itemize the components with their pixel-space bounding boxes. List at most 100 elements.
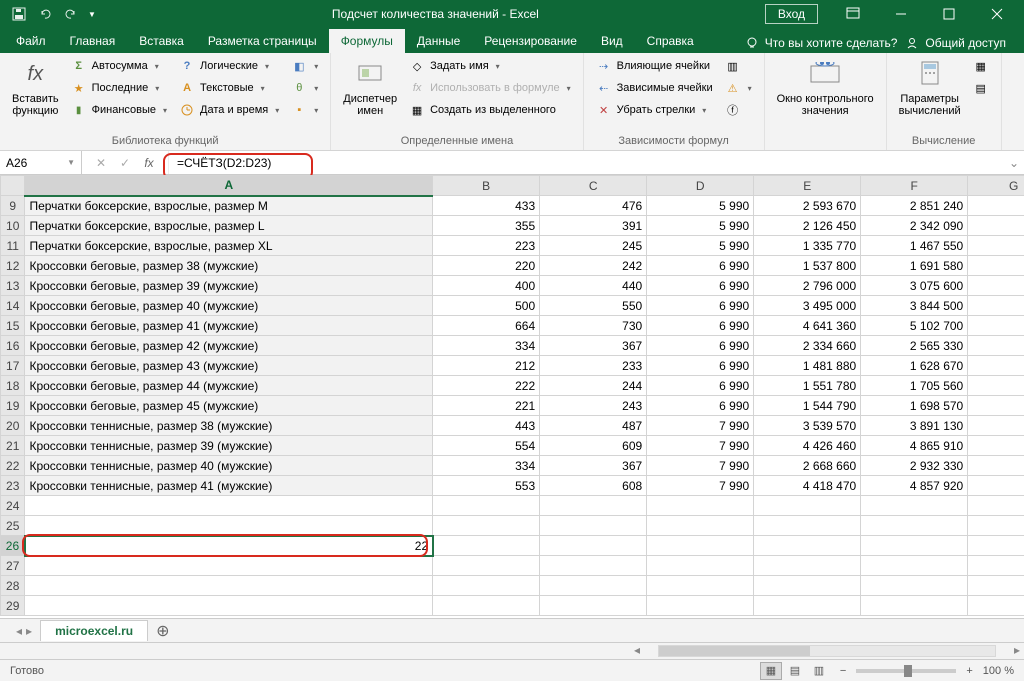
tab-view[interactable]: Вид [589,29,635,53]
cell[interactable]: 233 [540,356,647,376]
col-header-F[interactable]: F [861,176,968,196]
cell[interactable] [433,496,540,516]
cell[interactable]: 433 [433,196,540,216]
cell[interactable]: Кроссовки теннисные, размер 38 (мужские) [25,416,433,436]
cell[interactable]: Кроссовки беговые, размер 41 (мужские) [25,316,433,336]
cell[interactable] [647,556,754,576]
cell[interactable]: 334 [433,456,540,476]
cell[interactable] [754,576,861,596]
cell[interactable]: Перчатки боксерские, взрослые, размер M [25,196,433,216]
cell[interactable]: 4 418 470 [754,476,861,496]
row-header-10[interactable]: 10 [1,216,25,236]
cell[interactable]: 367 [540,336,647,356]
cell[interactable]: Кроссовки беговые, размер 42 (мужские) [25,336,433,356]
login-button[interactable]: Вход [765,4,818,24]
cell[interactable]: 222 [433,376,540,396]
cell[interactable]: Кроссовки теннисные, размер 40 (мужские) [25,456,433,476]
cell[interactable]: Кроссовки беговые, размер 39 (мужские) [25,276,433,296]
calc-options-button[interactable]: Параметры вычислений [895,56,965,119]
cancel-icon[interactable]: ✕ [92,154,110,172]
cell[interactable] [861,556,968,576]
cell[interactable] [25,576,433,596]
cell[interactable]: Кроссовки беговые, размер 43 (мужские) [25,356,433,376]
cell[interactable]: 3 539 570 [754,416,861,436]
cell[interactable]: 2 796 000 [754,276,861,296]
cell[interactable] [540,516,647,536]
selected-cell[interactable]: 22 [25,536,433,556]
cell[interactable]: 1 628 670 [861,356,968,376]
cell[interactable] [861,516,968,536]
cell[interactable]: 608 [540,476,647,496]
cell[interactable] [754,536,861,556]
close-icon[interactable] [974,0,1020,28]
row-header-21[interactable]: 21 [1,436,25,456]
row-header-17[interactable]: 17 [1,356,25,376]
insert-function-button[interactable]: fx Вставить функцию [8,56,63,119]
cell[interactable]: 4 8 [968,336,1024,356]
financial-button[interactable]: ▮Финансовые▾ [67,100,171,120]
zoom-in-icon[interactable]: + [966,665,972,677]
cell[interactable] [540,576,647,596]
row-header-26[interactable]: 26 [1,536,25,556]
tab-data[interactable]: Данные [405,29,472,53]
row-header-22[interactable]: 22 [1,456,25,476]
math-button[interactable]: θ▾ [287,78,322,98]
cell[interactable] [754,556,861,576]
cell[interactable]: 9 2 [968,476,1024,496]
spreadsheet-grid[interactable]: ABCDEFG9Перчатки боксерские, взрослые, р… [0,175,1024,618]
normal-view-icon[interactable]: ▦ [760,662,782,680]
tab-file[interactable]: Файл [4,29,58,53]
row-header-29[interactable]: 29 [1,596,25,616]
cell[interactable]: 3 2 [968,256,1024,276]
cell[interactable]: 391 [540,216,647,236]
cell[interactable]: 5 990 [647,216,754,236]
cell[interactable]: 550 [540,296,647,316]
cell[interactable]: 6 990 [647,376,754,396]
tab-insert[interactable]: Вставка [127,29,196,53]
lookup-button[interactable]: ◧▾ [287,56,322,76]
cell[interactable]: 5 102 700 [861,316,968,336]
sheet-tab[interactable]: microexcel.ru [40,620,148,641]
ribbon-options-icon[interactable] [830,0,876,28]
cell[interactable] [433,556,540,576]
cell[interactable]: Перчатки боксерские, взрослые, размер L [25,216,433,236]
cell[interactable]: 223 [433,236,540,256]
cell[interactable]: Кроссовки беговые, размер 44 (мужские) [25,376,433,396]
use-in-formula-button[interactable]: fxИспользовать в формуле▾ [405,78,575,98]
cell[interactable] [647,536,754,556]
logical-button[interactable]: ?Логические▾ [175,56,283,76]
expand-formulabar-icon[interactable]: ⌄ [1004,156,1024,170]
cell[interactable] [861,596,968,616]
cell[interactable]: 3 844 500 [861,296,968,316]
cell[interactable]: 2 565 330 [861,336,968,356]
cell[interactable] [861,496,968,516]
name-box[interactable]: A26▼ [0,151,82,174]
fx-icon[interactable]: fx [140,154,158,172]
formula-input[interactable]: =СЧЁТЗ(D2:D23) [169,156,1004,170]
undo-icon[interactable] [36,5,54,23]
cell[interactable]: 7 990 [647,416,754,436]
recent-button[interactable]: ★Последние▾ [67,78,171,98]
cell[interactable]: 242 [540,256,647,276]
cell[interactable]: Кроссовки теннисные, размер 41 (мужские) [25,476,433,496]
tab-next-icon[interactable]: ▸ [26,624,32,638]
cell[interactable]: 3 075 600 [861,276,968,296]
col-header-G[interactable]: G [968,176,1024,196]
tab-layout[interactable]: Разметка страницы [196,29,329,53]
cell[interactable]: 1 698 570 [861,396,968,416]
cell[interactable] [540,496,647,516]
save-icon[interactable] [10,5,28,23]
tab-review[interactable]: Рецензирование [472,29,589,53]
cell[interactable] [968,576,1024,596]
col-header-A[interactable]: A [25,176,433,196]
more-button[interactable]: ▪▾ [287,100,322,120]
row-header-13[interactable]: 13 [1,276,25,296]
cell[interactable]: 5 990 [647,236,754,256]
cell[interactable] [754,596,861,616]
trace-precedents-button[interactable]: ⇢Влияющие ячейки [592,56,717,76]
cell[interactable]: 2 8 [968,236,1024,256]
cell[interactable]: 2 593 670 [754,196,861,216]
cell[interactable] [647,576,754,596]
cell[interactable]: 7 4 [968,416,1024,436]
col-header-B[interactable]: B [433,176,540,196]
